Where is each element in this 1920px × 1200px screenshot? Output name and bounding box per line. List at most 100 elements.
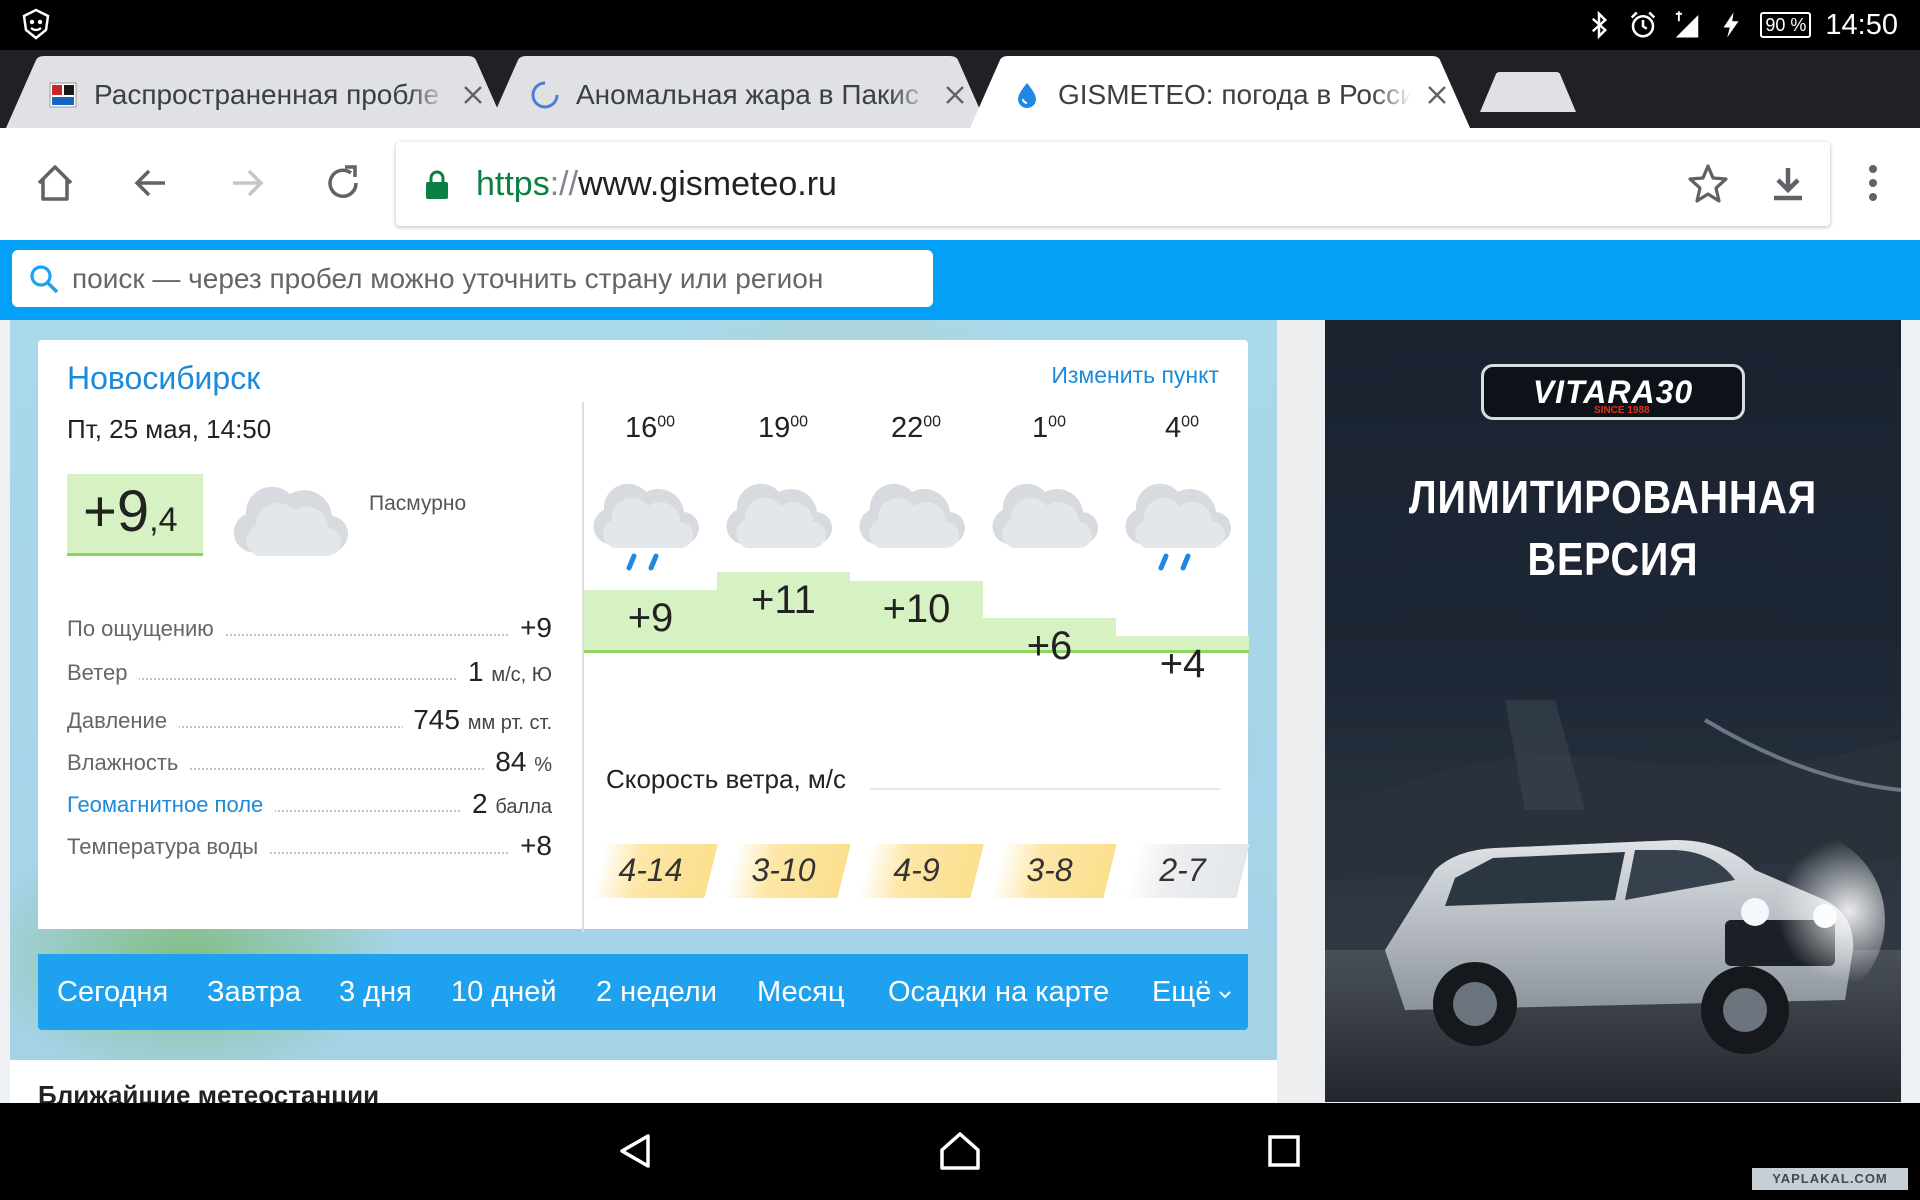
tab-2[interactable]: Аномальная жара в Пакис: [488, 56, 988, 128]
detail-label: По ощущению: [67, 616, 226, 642]
forecast-hour: 100: [983, 412, 1115, 445]
nav-tomorrow[interactable]: Завтра: [207, 954, 301, 1030]
address-bar[interactable]: https://www.gismeteo.ru: [396, 142, 1830, 226]
reload-button[interactable]: [318, 158, 368, 208]
web-page: Ближайшие метеостанции Новосибирск Измен…: [0, 240, 1920, 1103]
temp-value: +11: [751, 578, 816, 622]
detail-row: Влажность 84 %: [67, 744, 552, 780]
value-number: 1: [468, 656, 484, 687]
loading-spinner-icon: [531, 81, 559, 109]
value-number: 745: [413, 704, 460, 735]
detail-label: Влажность: [67, 750, 191, 776]
wind-title-rule: [870, 788, 1220, 790]
watermark: YAPLAKAL.COM: [1752, 1168, 1908, 1190]
triangle-back-icon: [620, 1134, 650, 1168]
bluetooth-icon: [1592, 10, 1608, 40]
nav-home-button[interactable]: [934, 1125, 986, 1177]
cloud-icon: [233, 486, 348, 557]
temp-value: +4: [1159, 642, 1206, 687]
download-icon[interactable]: [1764, 160, 1812, 208]
tab-title: GISMETEO: погода в Росси: [1058, 76, 1412, 114]
cloud-rain-icon: [593, 483, 700, 571]
tab-title: Распространенная пробле: [94, 76, 448, 114]
search-box[interactable]: [12, 250, 933, 307]
detail-row: Геомагнитное поле 2 балла: [67, 786, 552, 822]
new-tab-button[interactable]: [1480, 72, 1576, 112]
nav-back-button[interactable]: [610, 1125, 662, 1177]
value-number: +9: [520, 612, 552, 643]
value-number: +8: [520, 830, 552, 861]
temp-value: +10: [882, 587, 951, 632]
hour-value: 22: [890, 412, 924, 444]
close-icon[interactable]: [940, 80, 970, 110]
current-date: Пт, 25 мая, 14:50: [67, 414, 272, 444]
ad-headline: ВЕРСИЯ: [1527, 533, 1699, 585]
back-button[interactable]: [126, 158, 176, 208]
overflow-menu-button[interactable]: [1848, 158, 1898, 208]
geomagnetic-link[interactable]: Геомагнитное поле: [67, 792, 276, 818]
detail-value: +8: [510, 830, 552, 862]
nearby-stations-title: Ближайшие метеостанции: [38, 1080, 380, 1103]
nav-3-days[interactable]: 3 дня: [339, 954, 412, 1030]
url-host: www.gismeteo.ru: [578, 165, 837, 203]
tab-strip: Распространенная пробле Аномальная жара …: [0, 50, 1920, 128]
search-icon: [30, 265, 59, 294]
nav-2-weeks[interactable]: 2 недели: [596, 954, 717, 1030]
cloud-rain-icon: [1125, 483, 1232, 571]
close-icon[interactable]: [1422, 80, 1452, 110]
value-number: 84: [495, 746, 527, 777]
ad-logo-sub: SINCE 1988: [1594, 405, 1650, 416]
current-temperature: +9,4: [67, 474, 203, 556]
water-drop-icon: [1018, 83, 1036, 108]
forecast-hour: 1600: [584, 412, 716, 445]
home-icon: [37, 165, 73, 201]
wind-value: 2-7: [1159, 852, 1206, 888]
search-input[interactable]: [72, 258, 912, 300]
nav-more[interactable]: Ещё: [1152, 954, 1233, 1030]
nav-today[interactable]: Сегодня: [57, 954, 168, 1030]
close-icon[interactable]: [458, 80, 488, 110]
forward-button[interactable]: [222, 158, 272, 208]
detail-label: Температура воды: [67, 834, 271, 860]
forecast-nav: Сегодня Завтра 3 дня 10 дней 2 недели Ме…: [38, 954, 1248, 1030]
detail-label: Давление: [67, 708, 180, 734]
nav-month[interactable]: Месяц: [757, 954, 844, 1030]
more-vert-icon: [1869, 165, 1877, 201]
browser-toolbar: https://www.gismeteo.ru: [0, 128, 1920, 240]
hour-value: 16: [624, 412, 658, 444]
wind-value: 4-9: [893, 852, 940, 888]
nav-10-days[interactable]: 10 дней: [451, 954, 557, 1030]
hour-value: 19: [757, 412, 791, 444]
arrow-right-icon: [233, 169, 264, 197]
ad-logo: VITARA30 SINCE 1988: [1481, 364, 1745, 420]
temp-value: +9: [627, 596, 674, 641]
tab-1[interactable]: Распространенная пробле: [6, 56, 506, 128]
nav-recents-button[interactable]: [1258, 1125, 1310, 1177]
nav-precip-map[interactable]: Осадки на карте: [888, 954, 1109, 1030]
detail-value: 745 мм рт. ст.: [403, 704, 552, 736]
change-location-link[interactable]: Изменить пункт: [1051, 362, 1219, 389]
lock-icon: [426, 170, 448, 199]
cloud-icon: [726, 483, 833, 548]
tab-3-active[interactable]: GISMETEO: погода в Росси: [970, 56, 1470, 128]
detail-value: 1 м/с, Ю: [458, 656, 552, 688]
forecast-hour: 400: [1116, 412, 1248, 445]
home-outline-icon: [940, 1132, 980, 1170]
home-button[interactable]: [30, 158, 80, 208]
battery-indicator: 90 %: [1760, 12, 1812, 38]
wind-speed-title: Скорость ветра, м/с: [606, 764, 846, 794]
detail-value: 84 %: [485, 746, 552, 778]
minute-value: 00: [1181, 413, 1199, 431]
minute-value: 00: [790, 413, 809, 431]
nav-more-label: Ещё: [1152, 976, 1212, 1008]
charging-icon: [1723, 12, 1739, 38]
detail-label: Ветер: [67, 660, 140, 686]
bookmark-star-icon[interactable]: [1684, 160, 1732, 208]
android-screen: 90 % 14:50 Распространенная пробле Анома…: [0, 0, 1920, 1200]
ad-gutter: [1277, 320, 1325, 1103]
url-scheme: https: [476, 165, 550, 203]
advertisement-banner[interactable]: VITARA30 SINCE 1988 ЛИМИТИРОВАННАЯ ВЕРСИ…: [1325, 320, 1901, 1102]
detail-value: 2 балла: [462, 788, 552, 820]
url-text[interactable]: https://www.gismeteo.ru: [476, 162, 837, 206]
city-name[interactable]: Новосибирск: [67, 360, 260, 397]
